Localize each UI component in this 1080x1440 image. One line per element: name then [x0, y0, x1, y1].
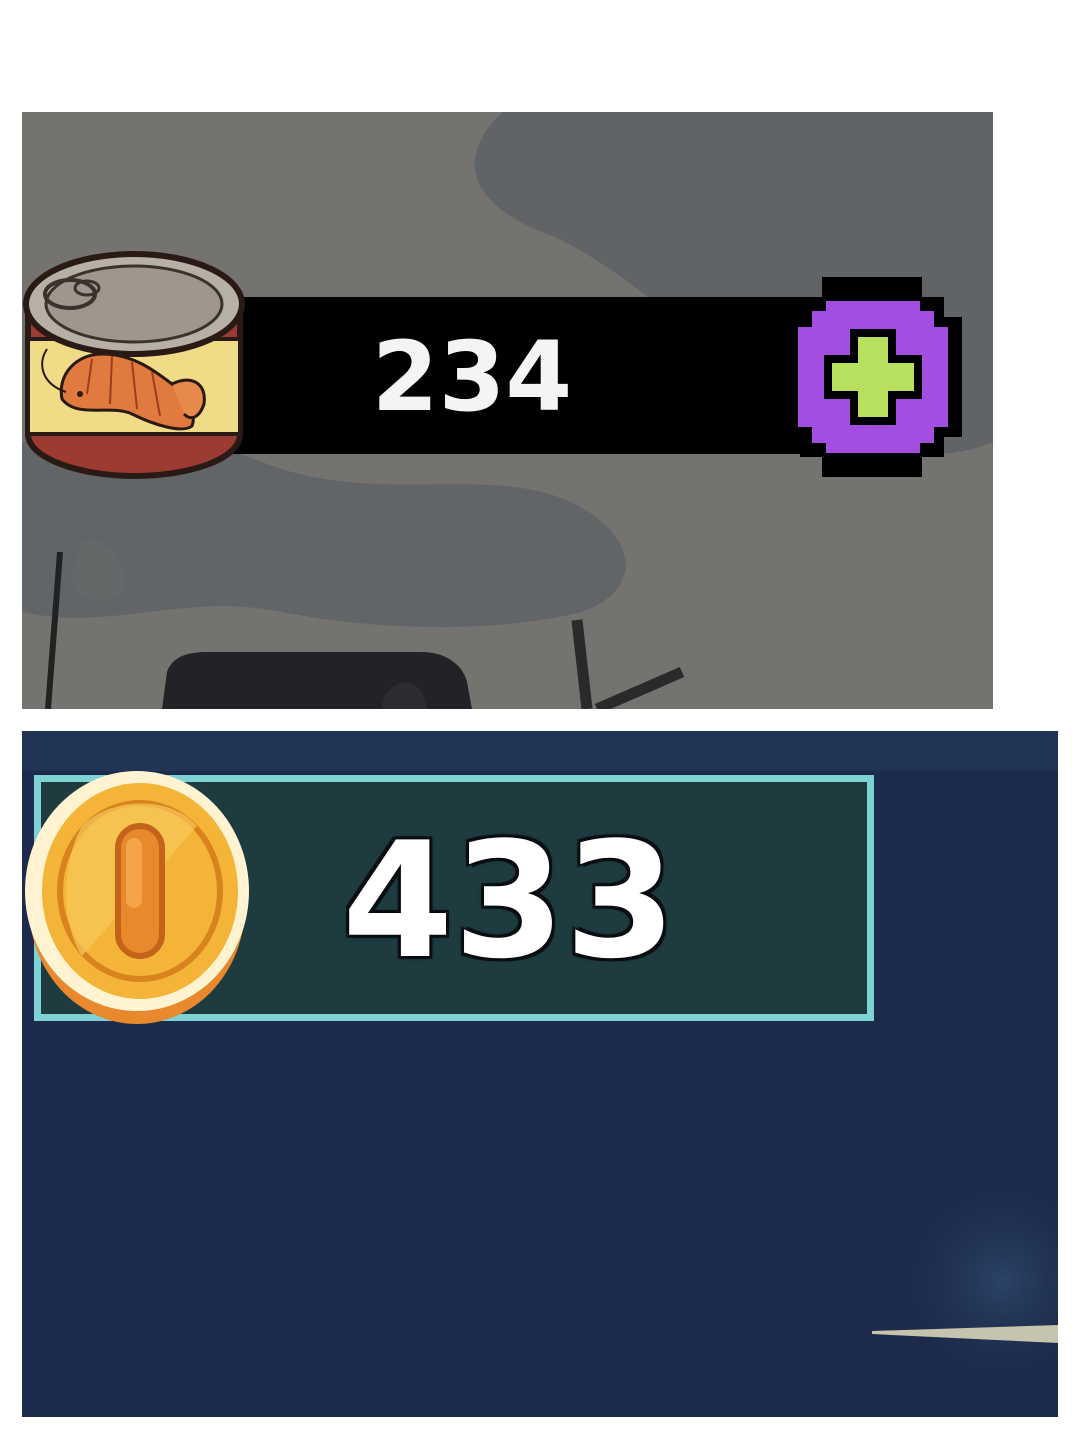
- coin-resource-panel: 433: [22, 731, 1058, 1417]
- gold-coin-icon: [25, 771, 249, 1024]
- coin-count: 433: [342, 807, 676, 994]
- canned-shrimp-icon: [23, 251, 245, 480]
- shrimp-resource-panel: 234: [22, 112, 993, 709]
- shrimp-count: 234: [371, 321, 573, 433]
- add-shrimp-button[interactable]: [778, 277, 966, 477]
- plus-icon: [786, 277, 962, 477]
